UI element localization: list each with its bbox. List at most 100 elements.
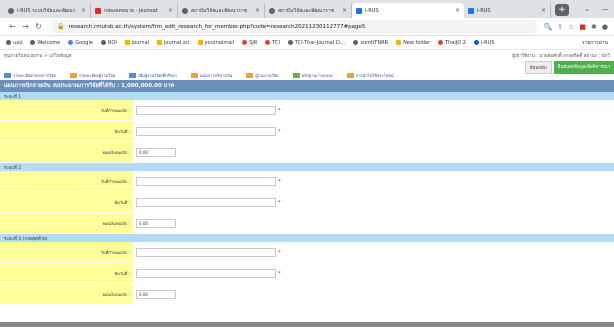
browser-tab[interactable]: i-RUS ×: [464, 3, 551, 18]
browser-tab-strip: i-RUS ระบบวิจัยและพัฒนา × กล่องจดหมาย - je…: [0, 0, 614, 18]
url-text: research.rmutsb.ac.th/system/frm_edit_re…: [68, 23, 366, 30]
menu-item[interactable]: เพิ่มผู้ร่วมวิจัย/ที่ปรึกษา: [129, 72, 177, 79]
required-marker: *: [278, 270, 281, 277]
menu-item-icon: [4, 72, 11, 78]
close-tab-icon[interactable]: ×: [255, 7, 260, 14]
field-cell: *: [133, 100, 614, 121]
menu-item[interactable]: ผู้ร่วมงานวิจัย: [246, 72, 279, 79]
bookmark-item[interactable]: sumitTNRR: [353, 40, 388, 46]
journal-icon: [124, 40, 130, 45]
required-marker: *: [278, 249, 281, 256]
bookmark-item[interactable]: ROI: [100, 39, 117, 46]
close-tab-icon[interactable]: ×: [81, 7, 86, 14]
amount-input[interactable]: 0.00: [136, 290, 176, 299]
user-info: ผู้เข้าใช้งาน : นายสมศักดิ์ อาจสกิดดิ์ ส…: [512, 54, 610, 59]
required-marker: *: [278, 107, 281, 114]
bookmark-item[interactable]: แอป: [6, 39, 22, 47]
field-label: ยอดเงินขอเบิก :: [0, 142, 133, 163]
end-date-input[interactable]: [136, 127, 276, 136]
extension-icon[interactable]: ■: [579, 23, 586, 31]
browser-tab[interactable]: i-RUS ระบบวิจัยและพัฒนา ×: [4, 3, 91, 18]
journal-icon: [157, 40, 163, 45]
section-title: แผนการเบิกจ่ายเงิน งบประมาณการวิจัยที่ได…: [0, 80, 614, 92]
field-cell: *: [133, 121, 614, 142]
bookmark-label: TCI-Thai-Journal Ci...: [294, 39, 346, 46]
globe-icon: [269, 7, 275, 14]
close-tab-icon[interactable]: ×: [342, 7, 347, 14]
menu-item[interactable]: หลักฐานการอบรม: [292, 72, 333, 79]
bookmark-label: sumitTNRR: [360, 39, 389, 46]
menu-item-icon: [292, 72, 300, 78]
close-tab-icon[interactable]: ×: [455, 7, 460, 14]
reading-list[interactable]: รายการอ่าน: [582, 39, 608, 47]
form-row: ยอดเงินขอเบิก :0.00: [0, 284, 614, 305]
zoom-icon[interactable]: 🔍: [544, 23, 553, 31]
form-row: วันที่กำหนดเบิก : *: [0, 242, 614, 263]
share-icon[interactable]: ⇪: [557, 23, 563, 31]
forward-icon[interactable]: →: [19, 22, 32, 31]
amount-input[interactable]: 0.00: [136, 148, 176, 157]
menu-item[interactable]: การนำไปใช้ประโยชน์: [346, 72, 394, 79]
rus-icon: [473, 40, 479, 45]
bookmark-star-icon[interactable]: ☆: [568, 23, 574, 31]
profile-icon[interactable]: ●: [602, 23, 608, 31]
bookmark-item[interactable]: i-RUS: [473, 40, 494, 46]
due-date-input[interactable]: [136, 106, 276, 115]
end-date-input[interactable]: [136, 198, 276, 207]
minimize-icon[interactable]: —: [596, 0, 614, 18]
close-tab-icon[interactable]: ×: [541, 7, 546, 14]
menu-item[interactable]: รายละเอียดผู้ร่วมวิจัย: [69, 72, 115, 79]
amount-input[interactable]: 0.00: [136, 219, 176, 228]
bookmark-label: ROI: [107, 39, 117, 46]
bookmark-item[interactable]: journal: [124, 39, 150, 46]
menu-item-icon: [69, 72, 77, 78]
globe-icon: [182, 7, 188, 14]
due-date-input[interactable]: [136, 248, 276, 257]
form-row: ยอดเงินขอเบิก :0.00: [0, 142, 614, 163]
close-tab-icon[interactable]: ×: [168, 7, 173, 14]
due-date-input[interactable]: [136, 177, 276, 186]
bookmark-item[interactable]: Google: [68, 40, 93, 46]
bookmark-item[interactable]: journal.sci: [157, 40, 190, 46]
tab-title: สถาบันวิจัยและพัฒนาราช: [191, 7, 248, 14]
folder-icon: [396, 40, 402, 45]
required-marker: *: [278, 199, 281, 206]
gmail-icon: [95, 7, 101, 14]
horizontal-scrollbar[interactable]: [0, 322, 614, 327]
lock-icon: 🔒: [57, 23, 65, 30]
period-header: ระยะที่ 2: [0, 163, 614, 171]
bookmark-item[interactable]: ThaiJO 2: [438, 40, 466, 46]
field-label: วันที่กำหนดเบิก :: [0, 100, 133, 121]
back-icon[interactable]: ←: [6, 22, 19, 31]
required-marker: *: [278, 128, 281, 135]
browser-tab[interactable]: สถาบันวิจัยและพัฒนาราช ×: [178, 3, 265, 18]
sjr-icon: [242, 40, 248, 45]
menu-item-label: เพิ่มผู้ร่วมวิจัย/ที่ปรึกษา: [138, 72, 178, 78]
field-label: วันที่กำหนดเบิก :: [0, 242, 133, 263]
bookmark-item[interactable]: SJR: [242, 40, 257, 46]
end-date-input[interactable]: [136, 269, 276, 278]
bookmark-item[interactable]: TCI: [265, 40, 280, 46]
browser-tab[interactable]: กล่องจดหมาย - jeunxat ×: [91, 3, 178, 18]
extensions-puzzle-icon[interactable]: ✱: [591, 23, 597, 31]
menu-item-label: รายละเอียดโครงการวิจัย: [13, 72, 56, 78]
period-header: ระยะที่ 3 (งวดสุดท้าย): [0, 234, 614, 242]
bookmark-label: SJR: [249, 39, 258, 46]
browser-tab[interactable]: i-RUS ×: [352, 3, 464, 18]
new-tab-button[interactable]: +: [555, 4, 569, 16]
bookmark-item[interactable]: TCI-Thai-Journal Ci...: [287, 39, 346, 46]
tab-search-icon[interactable]: ⌄: [578, 0, 596, 18]
reload-icon[interactable]: ↻: [32, 22, 45, 31]
form-row: ยอดเงินขอเบิก :0.00: [0, 213, 614, 234]
globe-icon: [30, 40, 36, 45]
bookmark-item[interactable]: yournalmail: [197, 40, 234, 46]
bookmark-label: journal: [131, 39, 150, 46]
field-cell: 0.00: [133, 213, 614, 234]
browser-tab[interactable]: สถาบันวิจัยและพัฒนาราช ×: [265, 3, 352, 18]
menu-item-label: หลักฐานการอบรม: [301, 72, 333, 78]
menu-item[interactable]: รายละเอียดโครงการวิจัย: [4, 72, 56, 79]
bookmark-item[interactable]: New folder: [396, 40, 430, 46]
bookmark-item[interactable]: Welcome: [30, 40, 60, 46]
url-field[interactable]: 🔒 research.rmutsb.ac.th/system/frm_edit_…: [51, 20, 538, 33]
menu-item[interactable]: แผนการบริหารเงิน: [191, 72, 232, 79]
